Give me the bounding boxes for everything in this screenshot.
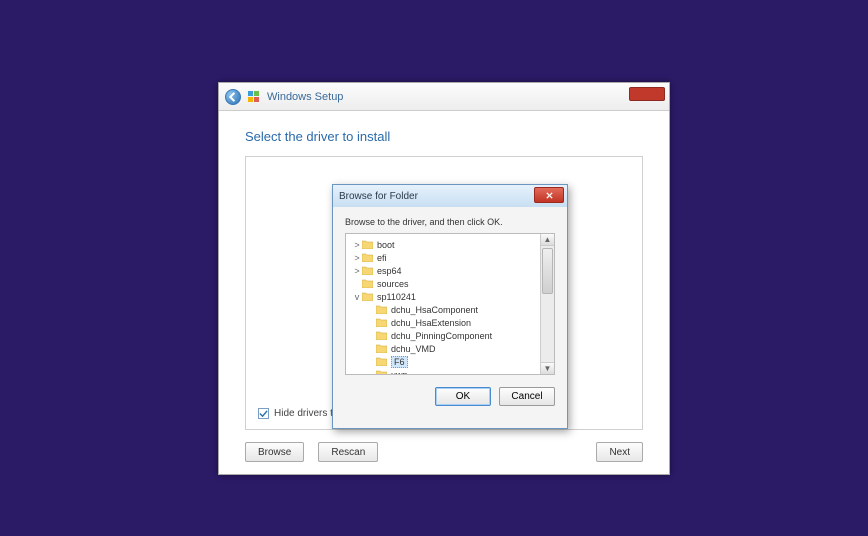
tree-node[interactable]: F6 [346, 355, 540, 368]
hide-drivers-checkbox[interactable] [258, 408, 269, 419]
tree-node-label: dchu_VMD [391, 344, 436, 354]
tree-node-label: dchu_HsaComponent [391, 305, 478, 315]
browse-button[interactable]: Browse [245, 442, 304, 462]
ok-button[interactable]: OK [435, 387, 491, 406]
next-button[interactable]: Next [596, 442, 643, 462]
tree-node[interactable]: > boot [346, 238, 540, 251]
folder-icon [376, 370, 387, 374]
folder-icon [376, 357, 387, 366]
tree-node[interactable]: > esp64 [346, 264, 540, 277]
folder-tree[interactable]: > boot > efi > esp64 sources v sp110241 dchu_HsaC… [346, 234, 540, 374]
tree-node-label: dchu_HsaExtension [391, 318, 471, 328]
hide-drivers-label: Hide drivers th [274, 408, 338, 419]
dialog-title-bar: Browse for Folder [333, 185, 567, 207]
folder-icon [362, 240, 373, 249]
folder-icon [362, 253, 373, 262]
dialog-title: Browse for Folder [339, 191, 418, 202]
windows-logo-icon [247, 90, 261, 104]
scroll-down-icon[interactable]: ▼ [541, 362, 554, 374]
tree-node[interactable]: sources [346, 277, 540, 290]
folder-icon [362, 266, 373, 275]
cancel-button[interactable]: Cancel [499, 387, 555, 406]
tree-node[interactable]: uwp [346, 368, 540, 374]
hide-drivers-row[interactable]: Hide drivers th [258, 408, 338, 419]
scroll-track[interactable] [541, 246, 554, 362]
scroll-up-icon[interactable]: ▲ [541, 234, 554, 246]
tree-node-label: esp64 [377, 266, 402, 276]
folder-icon [376, 331, 387, 340]
close-icon[interactable] [629, 87, 665, 101]
scroll-thumb[interactable] [542, 248, 553, 294]
button-row: Browse Rescan Next [245, 430, 643, 462]
folder-icon [362, 279, 373, 288]
dialog-instruction: Browse to the driver, and then click OK. [333, 207, 567, 233]
expand-icon[interactable]: > [352, 266, 362, 276]
expand-icon[interactable]: > [352, 240, 362, 250]
tree-node[interactable]: v sp110241 [346, 290, 540, 303]
folder-icon [362, 292, 373, 301]
tree-node-label: efi [377, 253, 387, 263]
folder-tree-container: > boot > efi > esp64 sources v sp110241 dchu_HsaC… [345, 233, 555, 375]
rescan-button[interactable]: Rescan [318, 442, 378, 462]
folder-icon [376, 305, 387, 314]
dialog-close-button[interactable] [534, 187, 564, 203]
tree-node-label: boot [377, 240, 395, 250]
tree-node[interactable]: dchu_HsaComponent [346, 303, 540, 316]
tree-node-label: sp110241 [377, 292, 416, 302]
back-icon[interactable] [225, 89, 241, 105]
tree-node[interactable]: dchu_HsaExtension [346, 316, 540, 329]
collapse-icon[interactable]: v [352, 292, 362, 302]
page-heading: Select the driver to install [245, 129, 643, 144]
expand-icon[interactable]: > [352, 253, 362, 263]
tree-node-label: sources [377, 279, 409, 289]
title-bar: Windows Setup [219, 83, 669, 111]
tree-node[interactable]: dchu_PinningComponent [346, 329, 540, 342]
folder-icon [376, 344, 387, 353]
dialog-button-row: OK Cancel [333, 375, 567, 406]
tree-node[interactable]: dchu_VMD [346, 342, 540, 355]
folder-icon [376, 318, 387, 327]
window-title: Windows Setup [267, 91, 343, 103]
tree-node-label: F6 [391, 356, 408, 368]
tree-node[interactable]: > efi [346, 251, 540, 264]
tree-node-label: uwp [391, 370, 408, 375]
scrollbar[interactable]: ▲ ▼ [540, 234, 554, 374]
browse-folder-dialog: Browse for Folder Browse to the driver, … [332, 184, 568, 429]
tree-node-label: dchu_PinningComponent [391, 331, 492, 341]
